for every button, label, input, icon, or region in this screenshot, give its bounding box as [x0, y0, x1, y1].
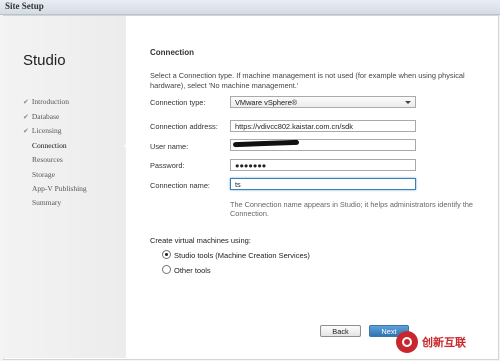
radio-label: Other tools [174, 266, 211, 275]
sidebar-item-label: Storage [32, 170, 55, 179]
sidebar-item-database[interactable]: ✔ Database [23, 112, 59, 121]
checkmark-icon: ✔ [23, 127, 29, 135]
title-bar: Site Setup [0, 0, 500, 15]
watermark-logo-icon [396, 330, 418, 353]
active-step-pointer [124, 141, 129, 151]
connection-name-helper: The Connection name appears in Studio; i… [230, 200, 473, 218]
password-input[interactable]: ●●●●●●● [230, 159, 416, 171]
connection-address-label: Connection address: [150, 122, 218, 131]
sidebar-item-appv-publishing[interactable]: App-V Publishing [32, 184, 87, 193]
connection-name-label: Connection name: [150, 181, 210, 190]
sidebar-item-label: App-V Publishing [32, 184, 87, 193]
connection-type-select[interactable]: VMware vSphere® [230, 96, 416, 108]
checkmark-icon: ✔ [23, 98, 29, 106]
window-title: Site Setup [5, 1, 44, 11]
radio-studio-tools[interactable]: Studio tools (Machine Creation Services) [162, 250, 310, 260]
sidebar-item-licensing[interactable]: ✔ Licensing [23, 126, 61, 135]
connection-name-input[interactable]: ts [230, 178, 416, 190]
radio-other-tools[interactable]: Other tools [162, 265, 211, 275]
sidebar-item-label: Connection [32, 141, 67, 150]
watermark-text: 创新互联 [422, 336, 466, 349]
connection-address-input[interactable]: https://vdivcc802.kaistar.com.cn/sdk [230, 120, 416, 132]
radio-button-icon [162, 265, 171, 274]
back-button[interactable]: Back [320, 325, 361, 337]
sidebar-item-storage[interactable]: Storage [32, 170, 55, 179]
create-vms-label: Create virtual machines using: [150, 236, 251, 245]
password-label: Password: [150, 161, 185, 170]
sidebar-title: Studio [23, 52, 66, 69]
sidebar-item-summary[interactable]: Summary [32, 198, 61, 207]
sidebar-item-label: Introduction [31, 97, 69, 106]
page-title: Connection [150, 48, 194, 57]
sidebar-item-label: Summary [32, 198, 62, 207]
sidebar-item-connection[interactable]: Connection [32, 141, 67, 150]
sidebar-item-label: Resources [32, 155, 63, 164]
radio-button-icon [162, 250, 171, 259]
page-description: Select a Connection type. If machine man… [150, 71, 465, 90]
dropdown-arrow-icon [405, 101, 411, 104]
checkmark-icon: ✔ [23, 113, 29, 121]
sidebar-item-label: Licensing [31, 126, 62, 135]
radio-label: Studio tools (Machine Creation Services) [174, 251, 310, 260]
sidebar-item-introduction[interactable]: ✔ Introduction [23, 97, 69, 106]
sidebar-item-resources[interactable]: Resources [32, 155, 63, 164]
connection-type-label: Connection type: [150, 98, 206, 107]
connection-type-value: VMware vSphere® [235, 98, 298, 107]
sidebar-item-label: Database [31, 112, 60, 121]
watermark: 创新互联 [396, 322, 500, 361]
user-name-label: User name: [150, 142, 189, 151]
